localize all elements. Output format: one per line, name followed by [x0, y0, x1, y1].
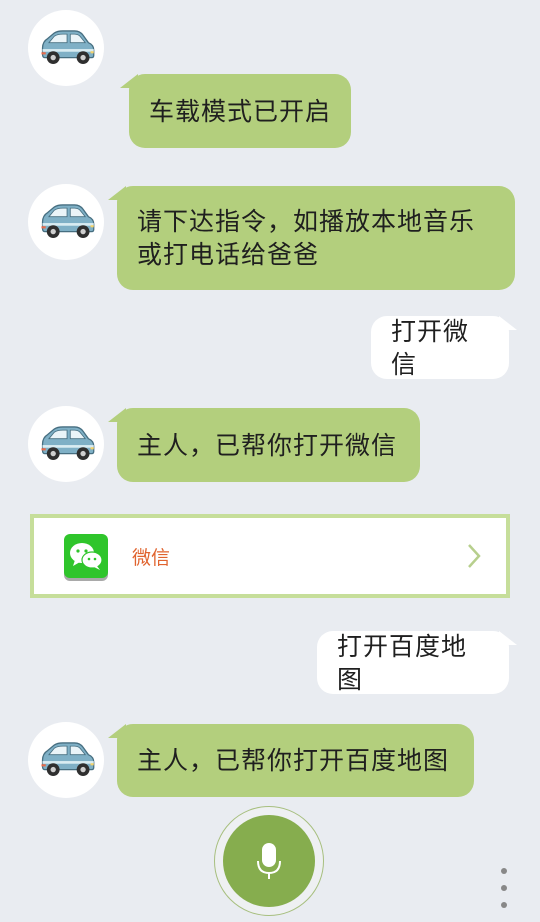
message-text: 车载模式已开启 [149, 96, 332, 126]
car-icon [34, 202, 98, 242]
bot-avatar [28, 10, 104, 86]
bot-avatar [28, 722, 104, 798]
user-message: 打开微信 [371, 316, 509, 379]
message-text: 主人，已帮你打开百度地图 [137, 746, 450, 775]
car-icon [34, 28, 98, 68]
bot-message: 主人，已帮你打开微信 [117, 408, 420, 482]
bot-avatar [28, 184, 104, 260]
bot-message: 车载模式已开启 [129, 74, 351, 148]
wechat-icon [64, 534, 108, 578]
app-name: 微信 [132, 546, 171, 569]
mic-button-core[interactable] [223, 815, 315, 907]
bot-message: 请下达指令，如播放本地音乐或打电话给爸爸 [117, 186, 515, 290]
bot-message: 主人，已帮你打开百度地图 [117, 724, 474, 797]
more-vertical-icon[interactable] [496, 868, 512, 908]
voice-input-button[interactable] [214, 806, 324, 916]
message-text: 打开百度地图 [337, 631, 468, 694]
message-text: 主人，已帮你打开微信 [137, 430, 398, 460]
microphone-icon [257, 843, 281, 879]
car-icon [34, 424, 98, 464]
bot-avatar [28, 406, 104, 482]
message-text: 请下达指令，如播放本地音乐或打电话给爸爸 [137, 207, 476, 269]
car-icon [34, 740, 98, 780]
user-message: 打开百度地图 [317, 631, 509, 694]
chevron-right-icon [468, 544, 481, 568]
message-text: 打开微信 [391, 316, 470, 379]
app-result-card[interactable]: 微信 [30, 514, 510, 598]
